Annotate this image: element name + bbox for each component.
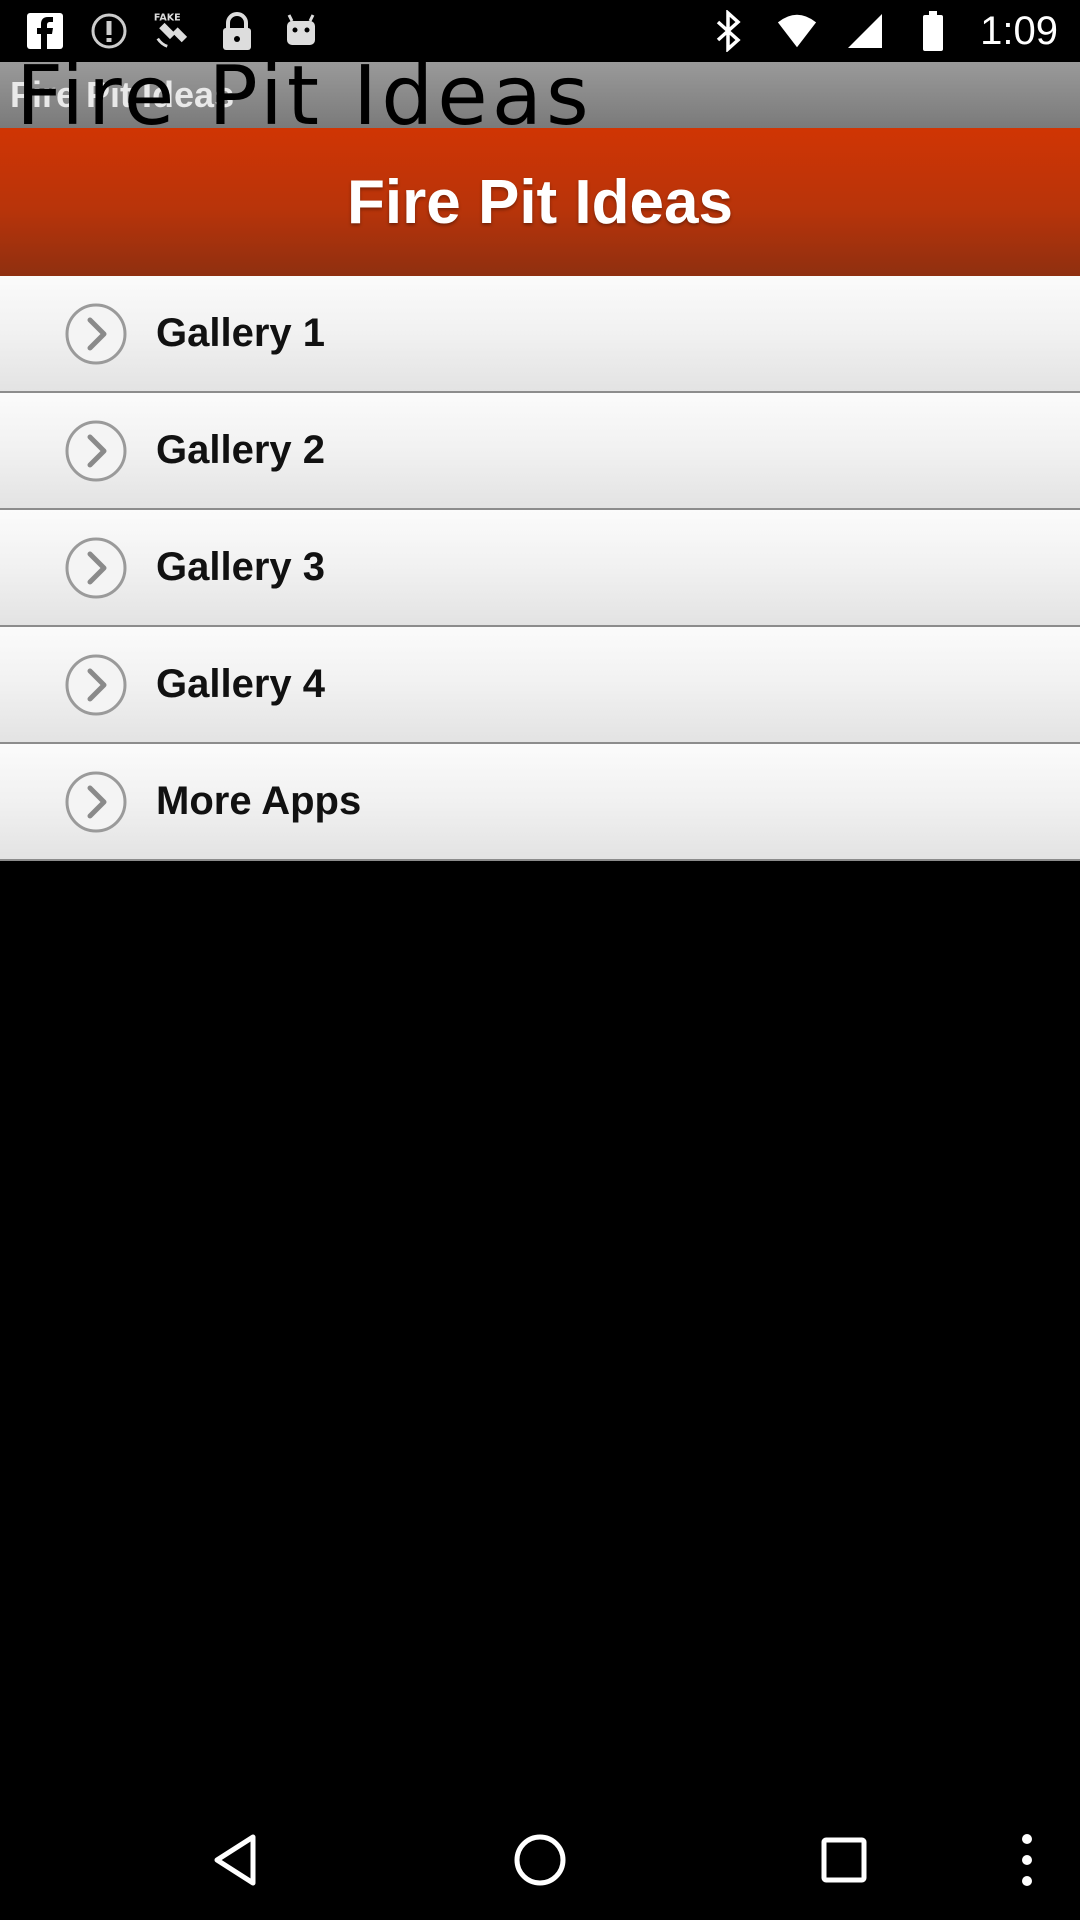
svg-text:FAKE: FAKE — [154, 13, 181, 24]
menu-list: Gallery 1 Gallery 2 Gallery 3 Gallery 4 … — [0, 276, 1080, 861]
menu-item-gallery-3[interactable]: Gallery 3 — [0, 510, 1080, 627]
overlay-title: Fire Pit Ideas — [16, 49, 593, 144]
chevron-right-icon — [65, 771, 127, 833]
menu-item-label: Gallery 3 — [156, 545, 326, 589]
status-left-icons: FAKE — [24, 10, 322, 52]
header-banner: Fire Pit Ideas — [0, 128, 1080, 276]
android-icon — [280, 10, 322, 52]
menu-item-label: More Apps — [156, 779, 362, 823]
navigation-bar — [0, 1800, 1080, 1920]
chevron-right-icon — [65, 537, 127, 599]
menu-item-label: Gallery 4 — [156, 662, 326, 706]
alert-icon — [88, 10, 130, 52]
overflow-menu-icon[interactable] — [997, 1830, 1057, 1890]
menu-item-label: Gallery 2 — [156, 428, 326, 472]
wifi-icon — [776, 10, 818, 52]
signal-icon — [844, 10, 886, 52]
status-right-icons: 1:09 — [708, 6, 1058, 56]
battery-icon — [912, 10, 954, 52]
menu-item-gallery-4[interactable]: Gallery 4 — [0, 627, 1080, 744]
home-icon[interactable] — [510, 1830, 570, 1890]
bluetooth-icon — [708, 10, 750, 52]
chevron-right-icon — [65, 654, 127, 716]
fake-gps-icon: FAKE — [152, 10, 194, 52]
lock-icon — [216, 10, 258, 52]
chevron-right-icon — [65, 303, 127, 365]
recents-icon[interactable] — [814, 1830, 874, 1890]
menu-item-gallery-2[interactable]: Gallery 2 — [0, 393, 1080, 510]
menu-item-label: Gallery 1 — [156, 311, 326, 355]
facebook-icon — [24, 10, 66, 52]
chevron-right-icon — [65, 420, 127, 482]
back-icon[interactable] — [206, 1830, 266, 1890]
page-title: Fire Pit Ideas — [347, 167, 733, 237]
status-clock: 1:09 — [980, 9, 1058, 53]
menu-item-more-apps[interactable]: More Apps — [0, 744, 1080, 861]
menu-item-gallery-1[interactable]: Gallery 1 — [0, 276, 1080, 393]
